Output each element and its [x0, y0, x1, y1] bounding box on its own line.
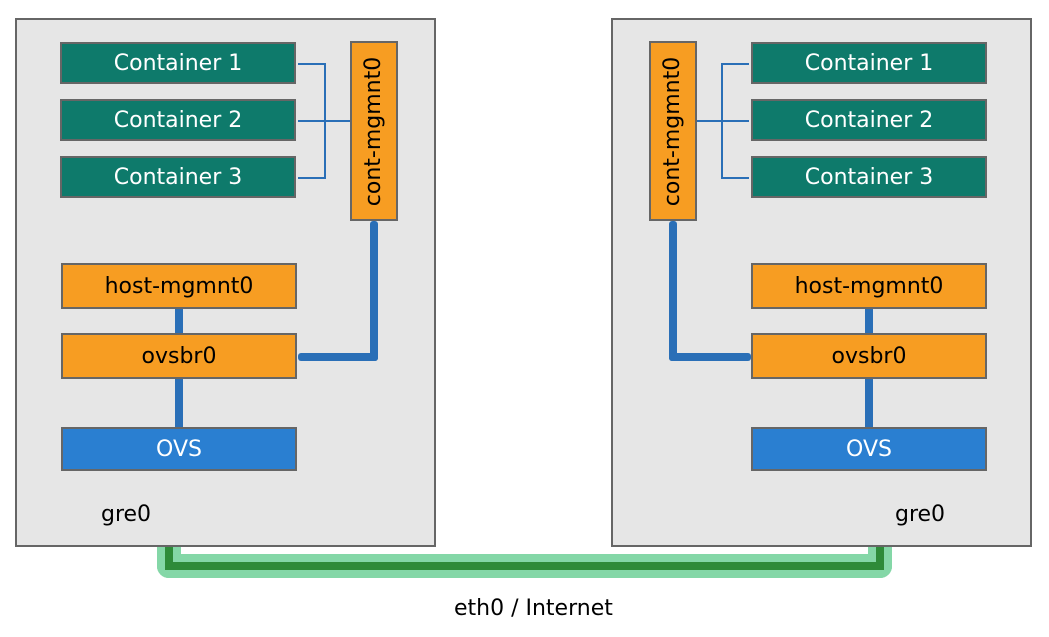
cont-mgmt-label: cont-mgmnt0 — [362, 56, 387, 205]
ovs-label: OVS — [156, 437, 202, 462]
host-mgmt-label: host-mgmnt0 — [795, 274, 944, 299]
connector-thin — [326, 120, 350, 122]
host-mgmt-box: host-mgmnt0 — [751, 263, 987, 309]
connector-thick — [175, 379, 183, 427]
gre-line-corner-l — [165, 556, 173, 570]
connector-thick — [865, 379, 873, 427]
container-label: Container 3 — [114, 165, 243, 190]
connector-thick — [669, 221, 677, 361]
bottom-label: eth0 / Internet — [454, 596, 613, 621]
cont-mgmt-label: cont-mgmnt0 — [661, 56, 686, 205]
container-box: Container 1 — [60, 42, 296, 84]
gre-label: gre0 — [895, 502, 945, 527]
ovsbr-label: ovsbr0 — [142, 344, 217, 369]
container-label: Container 1 — [114, 51, 243, 76]
connector-thin — [298, 177, 326, 179]
cont-mgmt-box: cont-mgmnt0 — [649, 41, 697, 221]
connector-thin — [721, 120, 749, 122]
container-box: Container 3 — [751, 156, 987, 198]
connector-thin — [721, 63, 723, 179]
ovs-box: OVS — [61, 427, 297, 471]
connector-thick — [298, 353, 378, 361]
host-mgmt-box: host-mgmnt0 — [61, 263, 297, 309]
gre-label: gre0 — [101, 502, 151, 527]
connector-thick — [370, 221, 378, 361]
ovs-box: OVS — [751, 427, 987, 471]
connector-thin — [697, 120, 721, 122]
connector-thick — [669, 353, 751, 361]
container-box: Container 3 — [60, 156, 296, 198]
connector-thick — [865, 309, 873, 333]
connector-thick — [175, 309, 183, 333]
connector-thin — [298, 63, 326, 65]
gre-line-bottom — [165, 562, 883, 570]
container-label: Container 1 — [805, 51, 934, 76]
container-box: Container 2 — [751, 99, 987, 141]
connector-thin — [721, 63, 749, 65]
host-mgmt-label: host-mgmnt0 — [105, 274, 254, 299]
cont-mgmt-box: cont-mgmnt0 — [350, 41, 398, 221]
ovsbr-box: ovsbr0 — [751, 333, 987, 379]
ovs-label: OVS — [846, 437, 892, 462]
container-box: Container 2 — [60, 99, 296, 141]
container-label: Container 3 — [805, 165, 934, 190]
container-label: Container 2 — [114, 108, 243, 133]
container-label: Container 2 — [805, 108, 934, 133]
gre-line-corner-r — [876, 556, 884, 570]
connector-thin — [298, 120, 326, 122]
connector-thin — [721, 177, 749, 179]
container-box: Container 1 — [751, 42, 987, 84]
ovsbr-box: ovsbr0 — [61, 333, 297, 379]
ovsbr-label: ovsbr0 — [832, 344, 907, 369]
